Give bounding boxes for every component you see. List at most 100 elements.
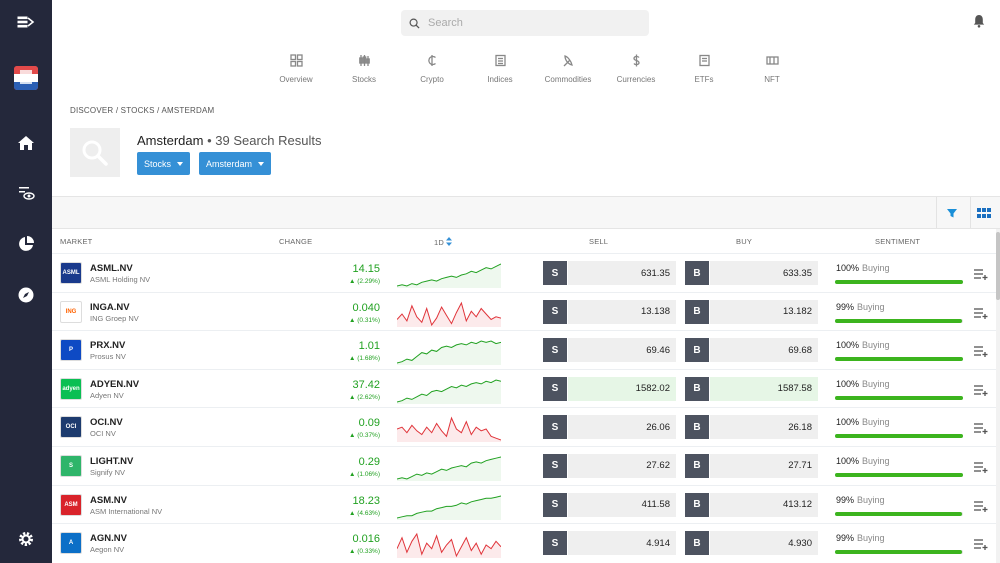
buy-button[interactable]: B	[685, 261, 709, 285]
sell-price[interactable]: 69.46	[568, 338, 676, 363]
grid-view-icon[interactable]	[976, 205, 992, 221]
sell-button[interactable]: S	[543, 453, 567, 478]
table-row[interactable]: OCI OCI.NV OCI NV 0.09 ▲ (0.37%) S 26.06…	[52, 407, 996, 446]
table-row[interactable]: A AGN.NV Aegon NV 0.016 ▲ (0.33%) S 4.91…	[52, 523, 996, 562]
buy-button[interactable]: B	[685, 415, 709, 440]
buy-price[interactable]: 413.12	[710, 492, 818, 517]
buy-button[interactable]: B	[685, 453, 709, 478]
buy-button[interactable]: B	[685, 492, 709, 517]
buy-price[interactable]: 4.930	[710, 531, 818, 556]
search-box[interactable]	[401, 10, 649, 36]
scrollbar-thumb[interactable]	[996, 232, 1000, 300]
market-symbol[interactable]: ADYEN.NV	[90, 379, 139, 390]
sell-button[interactable]: S	[543, 299, 567, 324]
breadcrumb-discover[interactable]: DISCOVER	[70, 106, 113, 115]
exchange-filter-button[interactable]: Amsterdam	[199, 152, 272, 175]
filter-icon[interactable]	[944, 205, 960, 221]
stocks-filter-button[interactable]: Stocks	[137, 152, 191, 175]
crypto-icon	[425, 54, 439, 68]
sell-button[interactable]: S	[543, 338, 567, 363]
row-menu-icon[interactable]	[973, 344, 989, 358]
market-symbol[interactable]: PRX.NV	[90, 340, 125, 351]
market-symbol[interactable]: AGN.NV	[90, 533, 127, 544]
market-symbol[interactable]: ASM.NV	[90, 495, 127, 506]
table-row[interactable]: adyen ADYEN.NV Adyen NV 37.42 ▲ (2.62%) …	[52, 368, 996, 408]
sentiment-bar	[835, 280, 963, 284]
indices-icon	[493, 54, 507, 68]
tab-commodities[interactable]: Commodities	[534, 54, 602, 84]
market-symbol[interactable]: LIGHT.NV	[90, 456, 133, 467]
sentiment-label: 100% Buying	[836, 417, 890, 427]
expand-menu-icon[interactable]	[14, 10, 38, 34]
sell-price[interactable]: 13.138	[568, 299, 676, 324]
row-menu-icon[interactable]	[973, 267, 989, 281]
sell-price[interactable]: 26.06	[568, 415, 676, 440]
buy-button[interactable]: B	[685, 376, 709, 401]
watchlist-icon[interactable]	[14, 181, 38, 205]
tab-currencies[interactable]: Currencies	[602, 54, 670, 84]
category-nav: Overview Stocks Crypto Indices Commoditi…	[262, 54, 806, 84]
table-row[interactable]: P PRX.NV Prosus NV 1.01 ▲ (1.68%) S 69.4…	[52, 330, 996, 369]
sell-button[interactable]: S	[543, 376, 567, 401]
sell-button[interactable]: S	[543, 415, 567, 440]
row-menu-icon[interactable]	[973, 499, 989, 513]
buy-button[interactable]: B	[685, 299, 709, 324]
table-row[interactable]: ASML ASML.NV ASML Holding NV 14.15 ▲ (2.…	[52, 253, 996, 292]
table-row[interactable]: ASM ASM.NV ASM International NV 18.23 ▲ …	[52, 484, 996, 524]
buy-button[interactable]: B	[685, 531, 709, 556]
col-period[interactable]: 1D	[434, 237, 453, 247]
market-symbol[interactable]: INGA.NV	[90, 302, 130, 313]
buy-button[interactable]: B	[685, 338, 709, 363]
row-menu-icon[interactable]	[973, 537, 989, 551]
row-menu-icon[interactable]	[973, 460, 989, 474]
buy-price[interactable]: 1587.58	[710, 376, 818, 401]
row-menu-icon[interactable]	[973, 306, 989, 320]
buy-price[interactable]: 27.71	[710, 453, 818, 478]
buy-price[interactable]: 633.35	[710, 261, 818, 285]
table-row[interactable]: ING INGA.NV ING Groep NV 0.040 ▲ (0.31%)…	[52, 291, 996, 331]
breadcrumb-stocks[interactable]: STOCKS	[121, 106, 155, 115]
market-name: OCI NV	[90, 429, 116, 439]
market-symbol[interactable]: ASML.NV	[90, 263, 133, 274]
exchange-filter-label: Amsterdam	[206, 158, 253, 169]
buy-price[interactable]: 69.68	[710, 338, 818, 363]
tab-overview[interactable]: Overview	[262, 54, 330, 84]
buy-price[interactable]: 26.18	[710, 415, 818, 440]
tab-crypto[interactable]: Crypto	[398, 54, 466, 84]
tab-label: Currencies	[616, 75, 656, 84]
avatar[interactable]	[14, 66, 38, 90]
bell-icon[interactable]	[972, 14, 986, 28]
sell-price[interactable]: 631.35	[568, 261, 676, 285]
sell-button[interactable]: S	[543, 261, 567, 285]
tab-etfs[interactable]: ETFs	[670, 54, 738, 84]
tab-label: Stocks	[351, 75, 376, 84]
sell-price[interactable]: 411.58	[568, 492, 676, 517]
sell-price[interactable]: 27.62	[568, 453, 676, 478]
table-header: MARKET CHANGE 1D SELL BUY SENTIMENT	[52, 229, 1000, 253]
portfolio-icon[interactable]	[14, 232, 38, 256]
row-menu-icon[interactable]	[973, 383, 989, 397]
home-icon[interactable]	[14, 131, 38, 155]
sell-button[interactable]: S	[543, 531, 567, 556]
breadcrumb-separator: /	[113, 106, 121, 115]
sentiment-direction: Buying	[862, 263, 890, 273]
market-symbol[interactable]: OCI.NV	[90, 417, 123, 428]
search-input[interactable]	[428, 17, 628, 29]
market-table: ASML ASML.NV ASML Holding NV 14.15 ▲ (2.…	[52, 253, 996, 562]
table-row[interactable]: S LIGHT.NV Signify NV 0.29 ▲ (1.06%) S 2…	[52, 445, 996, 485]
settings-icon[interactable]	[14, 527, 38, 551]
row-menu-icon[interactable]	[973, 421, 989, 435]
market-name: Signify NV	[90, 467, 126, 477]
market-name: ING Groep NV	[90, 313, 139, 323]
tab-nft[interactable]: NFT	[738, 54, 806, 84]
sort-icon	[446, 237, 453, 246]
sell-price[interactable]: 1582.02	[568, 376, 676, 401]
buy-price[interactable]: 13.182	[710, 299, 818, 324]
sell-button[interactable]: S	[543, 492, 567, 517]
discover-icon[interactable]	[14, 283, 38, 307]
tab-indices[interactable]: Indices	[466, 54, 534, 84]
sell-price[interactable]: 4.914	[568, 531, 676, 556]
market-logo: P	[60, 339, 82, 362]
tab-stocks[interactable]: Stocks	[330, 54, 398, 84]
change-value: 0.040	[352, 301, 380, 314]
